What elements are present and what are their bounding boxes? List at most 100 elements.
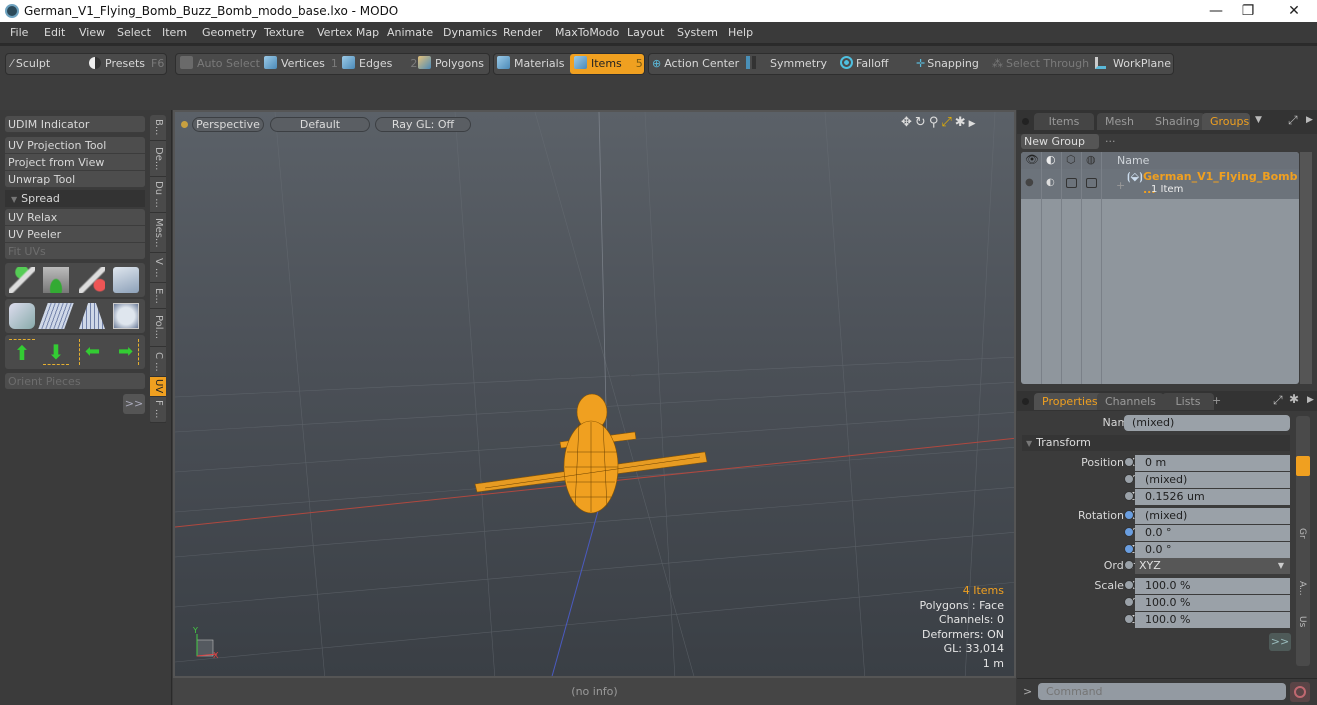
scale-x-anim-dot[interactable] [1124,580,1134,590]
menu-edit[interactable]: Edit [44,26,65,39]
menu-file[interactable]: File [10,26,28,39]
uv-plane-icon[interactable] [38,303,74,329]
properties-arrow-icon[interactable]: ▶ [1307,395,1314,405]
raygl-toggle[interactable]: Ray GL: Off [375,117,471,132]
menu-texture[interactable]: Texture [264,26,304,39]
menu-help[interactable]: Help [728,26,753,39]
tabs-dropdown-icon[interactable]: ▼ [1255,115,1262,125]
items-button[interactable]: Items 5 [570,54,644,74]
expand-properties-icon[interactable]: ⤢ [1273,393,1283,408]
more-properties-button[interactable]: >> [1269,633,1291,651]
menu-view[interactable]: View [79,26,105,39]
menu-select[interactable]: Select [117,26,151,39]
side-tab-gr[interactable]: Gr [1297,528,1307,539]
rotation-x-anim-dot[interactable] [1124,510,1134,520]
uv-projection-tool-button[interactable]: UV Projection Tool [5,137,145,154]
scale-z-anim-dot[interactable] [1124,614,1134,624]
select-through-button[interactable]: ⁂ Select Through [992,54,1089,74]
render-column-icon[interactable]: ◐ [1046,153,1056,166]
group-row[interactable]: ● ◐ + ⦗⬙⦘ German_V1_Flying_Bomb ... 1 It… [1021,169,1299,199]
add-tab-button[interactable]: + [1212,394,1221,407]
position-y-anim-dot[interactable] [1124,474,1134,484]
menu-dynamics[interactable]: Dynamics [443,26,497,39]
expand-group-icon[interactable]: + [1116,179,1125,192]
vtab-b[interactable]: B... [150,115,166,141]
polygons-button[interactable]: Polygons [418,54,484,74]
uv-cylinder-icon[interactable] [9,303,35,329]
auto-select-button[interactable]: Auto Select [180,54,260,74]
workplane-button[interactable]: WorkPlane [1095,54,1171,74]
tab-properties[interactable]: Properties [1034,393,1106,410]
uv-scale-tool-icon[interactable] [79,267,105,293]
side-tab-a[interactable]: A... [1297,581,1307,596]
tab-shading[interactable]: Shading [1147,113,1205,130]
select-column-icon[interactable]: ◍ [1086,153,1096,166]
menu-system[interactable]: System [677,26,718,39]
more-tools-button[interactable]: >> [123,394,145,414]
name-field[interactable]: (mixed) [1124,415,1290,431]
rotation-y-field[interactable]: 0.0 ° [1135,525,1290,541]
view-mode-dropdown[interactable]: Perspective [192,117,264,132]
position-z-anim-dot[interactable] [1124,491,1134,501]
align-bottom-icon[interactable]: ⬇ [43,339,69,365]
maximize-viewport-icon[interactable]: ⤢ [941,115,954,130]
scale-y-anim-dot[interactable] [1124,597,1134,607]
snapping-button[interactable]: ✛ Snapping [916,54,979,74]
expand-panel-icon[interactable]: ⤢ [1288,113,1298,128]
properties-settings-icon[interactable]: ✱ [1289,392,1299,406]
pan-icon[interactable]: ✥ [901,115,915,130]
viewport-settings-icon[interactable]: ✱ [955,115,969,130]
fit-uvs-button[interactable]: Fit UVs [5,243,145,260]
tab-channels[interactable]: Channels [1097,393,1164,410]
position-x-field[interactable]: 0 m [1135,455,1290,471]
record-macro-button[interactable] [1290,682,1310,702]
row-lock-toggle[interactable] [1066,178,1077,188]
align-right-icon[interactable]: ➡ [113,339,139,365]
visibility-column-icon[interactable]: 👁 [1025,153,1039,166]
expand-arrow-icon[interactable]: ▶ [969,119,979,129]
orient-pieces-button[interactable]: Orient Pieces [5,373,145,390]
tab-lists[interactable]: Lists [1162,393,1214,410]
vtab-c[interactable]: C ... [150,347,166,377]
menu-geometry[interactable]: Geometry [202,26,257,39]
position-z-field[interactable]: 0.1526 um [1135,489,1290,505]
uv-peeler-button[interactable]: UV Peeler [5,226,145,243]
scale-y-field[interactable]: 100.0 % [1135,595,1290,611]
materials-button[interactable]: Materials [497,54,564,74]
row-select-toggle[interactable] [1086,178,1097,188]
command-input[interactable] [1038,683,1286,700]
vtab-pol[interactable]: Pol... [150,309,166,347]
menu-layout[interactable]: Layout [627,26,664,39]
vtab-mes[interactable]: Mes... [150,213,166,253]
new-group-button[interactable]: New Group [1021,134,1099,149]
menu-animate[interactable]: Animate [387,26,433,39]
action-center-button[interactable]: ⊕ Action Center [652,54,739,74]
scale-x-field[interactable]: 100.0 % [1135,578,1290,594]
vertices-button[interactable]: Vertices 1 [264,54,338,74]
symmetry-button[interactable]: Symmetry [746,54,827,74]
tab-groups[interactable]: Groups [1202,113,1250,130]
align-left-icon[interactable]: ⬅ [79,339,105,365]
row-visibility-icon[interactable]: ● [1025,177,1034,188]
vtab-e[interactable]: E... [150,283,166,309]
position-y-field[interactable]: (mixed) [1135,472,1290,488]
menu-vertex-map[interactable]: Vertex Map [317,26,379,39]
groups-list-scrollbar[interactable] [1300,152,1312,384]
vtab-du[interactable]: Du ... [150,177,166,213]
falloff-button[interactable]: Falloff [840,54,888,74]
side-strip-active-tab[interactable] [1296,456,1310,476]
vtab-uv[interactable]: UV [150,377,166,397]
close-button[interactable]: ✕ [1274,1,1314,21]
rotate-icon[interactable]: ↻ [915,115,929,130]
panel-menu-icon[interactable] [1022,118,1029,125]
name-column-header[interactable]: Name [1117,154,1149,167]
viewport-options-icon[interactable] [181,121,188,128]
edges-button[interactable]: Edges 2 [342,54,417,74]
project-from-view-button[interactable]: Project from View [5,154,145,171]
spread-section-header[interactable]: ▼ Spread [5,190,145,207]
maximize-button[interactable]: ❐ [1228,1,1268,21]
rotation-z-anim-dot[interactable] [1124,544,1134,554]
uv-sphere-icon[interactable] [113,303,139,329]
presets-button[interactable]: Presets F6 [89,54,164,74]
position-x-anim-dot[interactable] [1124,457,1134,467]
